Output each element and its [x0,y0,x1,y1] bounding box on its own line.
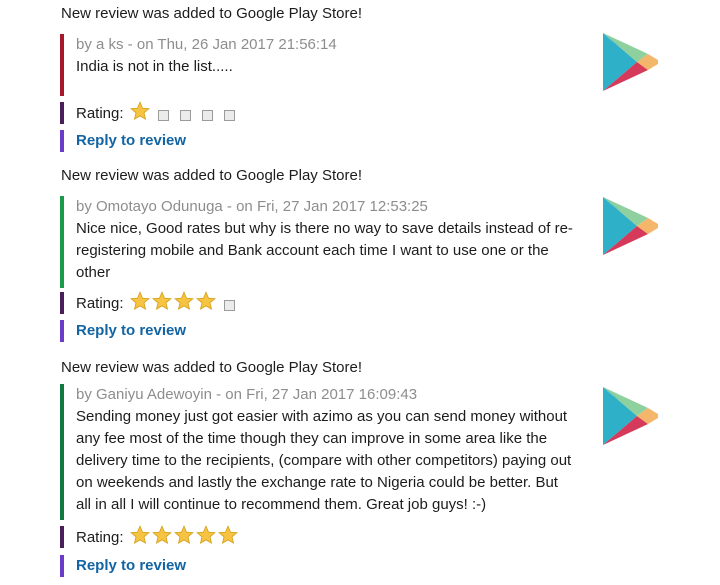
review-message-2: New review was added to Google Play Stor… [0,166,720,346]
star-filled-icon [129,525,150,545]
review-intro: New review was added to Google Play Stor… [61,359,362,376]
review-attachment: by a ks - on Thu, 26 Jan 2017 21:56:14 I… [60,34,576,96]
review-text: India is not in the list..... [76,58,233,75]
rating-label: Rating: [76,528,124,546]
star-empty-icon [179,110,191,121]
star-filled-icon [195,291,216,311]
star-filled-icon [129,291,150,311]
review-author-line: by a ks - on Thu, 26 Jan 2017 21:56:14 [76,36,337,53]
star-filled-icon [151,291,172,311]
star-empty-icon [201,110,213,121]
star-filled-icon [151,525,172,545]
rating-attachment: Rating: [60,525,240,549]
review-attachment: by Omotayo Odunuga - on Fri, 27 Jan 2017… [60,196,576,288]
rating-stars [129,101,240,125]
review-message-3: New review was added to Google Play Stor… [0,358,720,582]
star-filled-icon [195,525,216,545]
rating-stars [129,291,240,315]
review-intro: New review was added to Google Play Stor… [61,167,362,184]
star-empty-icon [157,110,169,121]
reply-to-review-link[interactable]: Reply to review [76,557,186,574]
rating-label: Rating: [76,104,124,122]
review-attachment: by Ganiyu Adewoyin - on Fri, 27 Jan 2017… [60,384,576,520]
rating-label: Rating: [76,294,124,312]
google-play-icon [601,32,659,92]
reply-to-review-link[interactable]: Reply to review [76,322,186,339]
rating-attachment: Rating: [60,291,240,315]
reply-to-review-link[interactable]: Reply to review [76,132,186,149]
review-author-line: by Ganiyu Adewoyin - on Fri, 27 Jan 2017… [76,386,418,403]
rating-attachment: Rating: [60,101,240,125]
star-empty-icon [223,110,235,121]
reply-attachment: Reply to review [60,555,186,577]
review-intro: New review was added to Google Play Stor… [61,5,362,22]
review-author-line: by Omotayo Odunuga - on Fri, 27 Jan 2017… [76,198,428,215]
star-filled-icon [173,525,194,545]
star-filled-icon [129,101,150,121]
reply-attachment: Reply to review [60,320,186,342]
review-text: Nice nice, Good rates but why is there n… [76,220,573,281]
star-filled-icon [173,291,194,311]
review-message-1: New review was added to Google Play Stor… [0,4,720,154]
google-play-icon [601,196,659,256]
star-filled-icon [217,525,238,545]
reply-attachment: Reply to review [60,130,186,152]
star-empty-icon [223,300,235,311]
review-text: Sending money just got easier with azimo… [76,408,572,513]
google-play-icon [601,386,659,446]
rating-stars [129,525,240,549]
